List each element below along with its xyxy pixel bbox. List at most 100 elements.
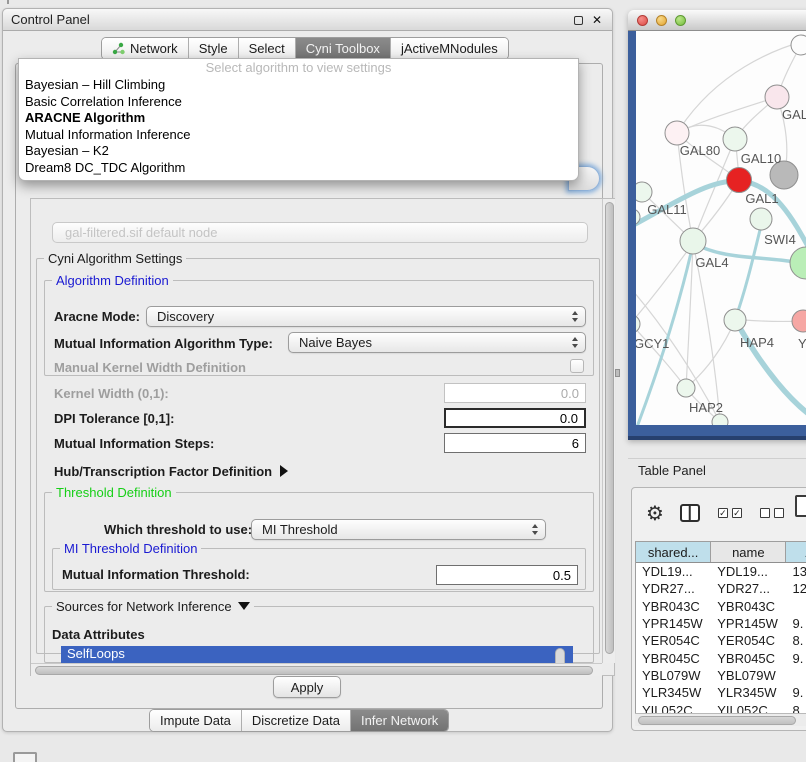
select-all-columns-icon[interactable]: ✓ ✓	[718, 508, 742, 518]
window-zoom-icon[interactable]	[675, 15, 686, 26]
tab-infer-network[interactable]: Infer Network	[351, 710, 448, 731]
gear-icon[interactable]: ⚙	[646, 501, 664, 526]
which-threshold-select[interactable]: MI Threshold	[251, 519, 546, 540]
control-panel-tabbar: Network Style Select Cyni Toolbox jActiv…	[101, 37, 509, 60]
node-gal80[interactable]	[665, 121, 689, 145]
mi-type-label: Mutual Information Algorithm Type:	[54, 336, 273, 351]
tab-style[interactable]: Style	[189, 38, 239, 59]
aracne-mode-select[interactable]: Discovery	[146, 306, 586, 327]
dropdown-item[interactable]: Mutual Information Inference	[19, 127, 578, 144]
dpi-tolerance-field[interactable]: 0.0	[444, 408, 586, 428]
expand-right-icon	[280, 465, 288, 477]
column-layout-icon[interactable]	[680, 504, 700, 522]
tab-cyni-toolbox[interactable]: Cyni Toolbox	[296, 38, 391, 59]
network-icon	[112, 42, 125, 55]
tab-network[interactable]: Network	[102, 38, 189, 59]
column-header-partial[interactable]: A	[786, 542, 806, 562]
dropdown-item[interactable]: Basic Correlation Inference	[19, 94, 578, 111]
window-close-icon[interactable]	[637, 15, 648, 26]
node-unlabeled-top[interactable]	[791, 35, 806, 55]
dpi-tolerance-label: DPI Tolerance [0,1]:	[54, 411, 174, 426]
dropdown-prompt: Select algorithm to view settings	[19, 59, 578, 77]
sources-collapser[interactable]: Sources for Network Inference	[52, 599, 254, 614]
network-view-window: GAL GAL80 GAL10 GAL1 GAL11 SWI4 GAL4 GCY…	[628, 10, 806, 440]
node-gal11[interactable]	[636, 182, 652, 202]
table-toolbar: ⚙ ✓ ✓	[632, 488, 806, 538]
node-label: GAL4	[695, 255, 728, 270]
column-header-shared-name[interactable]: shared...	[636, 542, 711, 562]
manual-kernel-checkbox[interactable]	[570, 359, 584, 373]
column-header-name[interactable]: name	[711, 542, 786, 562]
settings-viewport: Cyni Algorithm Settings Algorithm Defini…	[31, 199, 602, 663]
data-attributes-list[interactable]: SelfLoops TopologicalCoefficient Between…	[61, 646, 573, 663]
node-hap4[interactable]	[724, 309, 746, 331]
node-gcy1[interactable]	[636, 315, 640, 333]
application-root: Control Panel ✕ Network	[0, 0, 806, 762]
tab-select[interactable]: Select	[239, 38, 296, 59]
dropdown-item[interactable]: Bayesian – K2	[19, 143, 578, 160]
node-salmon[interactable]	[792, 310, 806, 332]
network-selector-combobox[interactable]: gal-filtered.sif default node	[52, 222, 588, 243]
node-label: HAP2	[689, 400, 723, 415]
table-row[interactable]: YDL19...YDL19...13	[636, 563, 806, 580]
node-attribute-table: shared... name A YDL19...YDL19...13 YDR2…	[635, 541, 806, 713]
node-label: GAL10	[741, 151, 781, 166]
network-window-titlebar	[628, 10, 806, 31]
node-gal1[interactable]	[727, 168, 752, 193]
mi-algorithm-type-select[interactable]: Naive Bayes	[288, 332, 586, 353]
aracne-mode-label: Aracne Mode:	[54, 309, 140, 324]
tab-discretize-data[interactable]: Discretize Data	[242, 710, 351, 731]
node-swi4[interactable]	[750, 208, 772, 230]
node-bottom-small[interactable]	[712, 414, 728, 425]
data-attributes-label: Data Attributes	[52, 627, 145, 642]
node-gal10[interactable]	[723, 127, 747, 151]
apply-button[interactable]: Apply	[273, 676, 341, 698]
clipped-toolbar-fragment	[7, 0, 9, 4]
combo-stepper-icon	[572, 311, 578, 322]
table-panel-titlebar: Table Panel	[628, 458, 806, 482]
table-row[interactable]: YBR045CYBR045C9.	[636, 649, 806, 666]
kernel-width-label: Kernel Width (0,1):	[54, 386, 169, 401]
table-row[interactable]: YBL079WYBL079W	[636, 667, 806, 684]
dropdown-item[interactable]: Bayesian – Hill Climbing	[19, 77, 578, 94]
close-panel-icon[interactable]: ✕	[592, 14, 602, 26]
table-row[interactable]: YLR345WYLR345W9.	[636, 684, 806, 701]
node-label: GCY1	[636, 336, 669, 351]
control-panel-window: Control Panel ✕ Network	[2, 8, 613, 732]
which-threshold-label: Which threshold to use:	[104, 522, 252, 537]
table-header-row: shared... name A	[636, 542, 806, 563]
deselect-all-columns-icon[interactable]	[760, 508, 784, 518]
node-label: GAL1	[745, 191, 778, 206]
table-row[interactable]: YER054CYER054C8.	[636, 632, 806, 649]
settings-horizontal-scrollbar[interactable]	[31, 663, 602, 676]
node-bright-green[interactable]	[790, 247, 806, 279]
panel-splitter-grip[interactable]	[615, 369, 620, 377]
combo-stepper-icon	[532, 524, 538, 535]
network-canvas[interactable]: GAL GAL80 GAL10 GAL1 GAL11 SWI4 GAL4 GCY…	[636, 31, 806, 425]
node-gal4[interactable]	[680, 228, 706, 254]
kernel-width-field[interactable]: 0.0	[444, 383, 586, 403]
mi-threshold-field[interactable]: 0.5	[436, 565, 578, 585]
table-panel-body: ⚙ ✓ ✓ shared... name A YDL19...YDL19...1…	[631, 487, 806, 731]
tab-jactivemnodules[interactable]: jActiveMNodules	[391, 38, 508, 59]
export-table-icon[interactable]	[795, 495, 806, 517]
window-minimize-icon[interactable]	[656, 15, 667, 26]
attributes-list-scrollbar[interactable]	[555, 648, 565, 663]
algorithm-dropdown-list: Select algorithm to view settings Bayesi…	[18, 58, 579, 181]
table-row[interactable]: YPR145WYPR145W9.	[636, 615, 806, 632]
control-panel-titlebar: Control Panel ✕	[3, 9, 612, 31]
mi-steps-field[interactable]: 6	[444, 433, 586, 453]
table-horizontal-scrollbar[interactable]	[635, 713, 806, 726]
dropdown-item[interactable]: Dream8 DC_TDC Algorithm	[19, 160, 578, 177]
float-window-icon[interactable]	[574, 16, 583, 25]
hub-definition-expander[interactable]: Hub/Transcription Factor Definition	[54, 464, 288, 479]
list-item[interactable]: SelfLoops	[61, 646, 573, 662]
table-row[interactable]: YDR27...YDR27...12	[636, 580, 806, 597]
tab-impute-data[interactable]: Impute Data	[150, 710, 242, 731]
node-hap2[interactable]	[677, 379, 695, 397]
node-gal-partial[interactable]	[765, 85, 789, 109]
node-label: Y	[798, 336, 806, 351]
table-row[interactable]: YBR043CYBR043C	[636, 598, 806, 615]
settings-vertical-scrollbar[interactable]	[602, 199, 615, 663]
dropdown-item-selected[interactable]: ARACNE Algorithm	[19, 110, 578, 127]
